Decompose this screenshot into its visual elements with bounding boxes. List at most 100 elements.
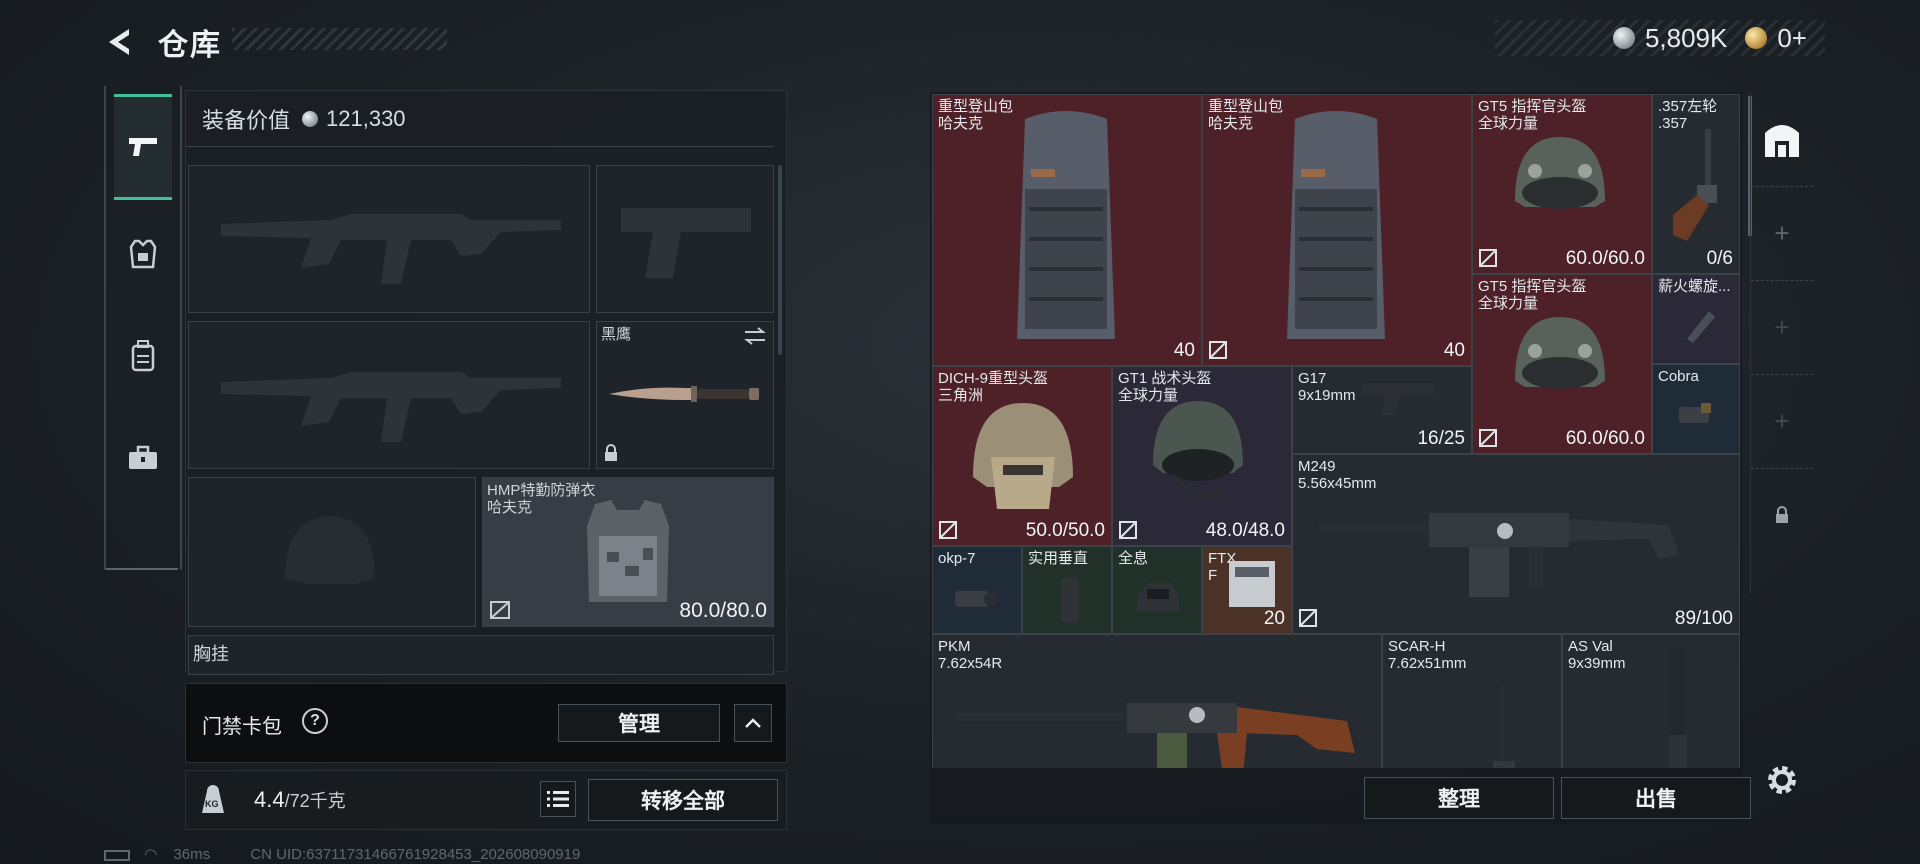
item-title: DICH-9重型头盔	[938, 370, 1049, 387]
item-title: AS Val	[1568, 638, 1613, 655]
tab-toolbox[interactable]	[114, 408, 172, 508]
lock-icon	[1776, 506, 1788, 523]
kg-label: KG	[205, 799, 219, 809]
sell-button[interactable]: 出售	[1561, 777, 1751, 819]
item-subtitle: 9x39mm	[1568, 655, 1626, 672]
sight-icon	[1679, 403, 1711, 423]
item-title: GT5 指挥官头盔	[1478, 98, 1587, 115]
gold-currency-value[interactable]: 0+	[1777, 23, 1807, 54]
rifle-silhouette-icon	[221, 372, 561, 442]
item-name: PKM 7.62x54R	[938, 638, 1002, 672]
primary-weapon-slot[interactable]	[188, 165, 590, 313]
secondary-weapon-slot[interactable]	[188, 321, 590, 469]
no-repair-icon	[939, 521, 957, 539]
item-name: 重型登山包 哈夫克	[938, 98, 1013, 132]
currency-bar: 5,809K 0+	[1495, 20, 1825, 56]
manage-button[interactable]: 管理	[558, 704, 720, 742]
backpack-icon	[1017, 111, 1115, 339]
item-subtitle: 全球力量	[1478, 115, 1539, 132]
sight-icon	[955, 591, 998, 607]
melee-name: 黑鹰	[601, 326, 632, 343]
stash-item[interactable]: GT5 指挥官头盔 全球力量 60.0/60.0	[1472, 274, 1652, 454]
equipment-value-row: 装备价值 121,330	[186, 91, 774, 147]
item-title: GT5 指挥官头盔	[1478, 278, 1587, 295]
tab-armor[interactable]	[114, 204, 172, 304]
back-button[interactable]	[100, 22, 140, 62]
warehouse-icon	[1765, 125, 1799, 157]
stash-page-locked[interactable]	[1751, 468, 1813, 562]
item-subtitle: 全球力量	[1478, 295, 1539, 312]
no-repair-icon	[490, 601, 510, 619]
stash-item[interactable]: DICH-9重型头盔 三角洲 50.0/50.0	[932, 366, 1112, 546]
no-repair-icon	[1119, 521, 1137, 539]
silver-currency-value: 5,809K	[1644, 22, 1728, 53]
grip-icon	[1061, 577, 1079, 623]
list-view-button[interactable]	[540, 781, 576, 817]
tab-backpack[interactable]	[114, 306, 172, 406]
stash-item[interactable]: 全息	[1112, 546, 1202, 634]
sort-button[interactable]: 整理	[1364, 777, 1554, 819]
holo-sight-icon	[1137, 583, 1179, 611]
backpack-icon	[1287, 111, 1385, 339]
stash-item[interactable]: 重型登山包 哈夫克 40	[932, 94, 1202, 366]
stash-item[interactable]: 实用垂直	[1022, 546, 1112, 634]
stash-item[interactable]: GT1 战术头盔 全球力量 48.0/48.0	[1112, 366, 1292, 546]
helmet-slot[interactable]	[188, 477, 476, 627]
stash-item[interactable]: 薪火螺旋...	[1652, 274, 1740, 364]
stash-item[interactable]: FTX F 20	[1202, 546, 1292, 634]
body-armor-slot[interactable]: HMP特勤防弹衣 哈夫克 80.0/80.0	[482, 477, 774, 627]
equipment-value: 121,330	[326, 105, 406, 131]
helmet-silhouette-icon	[285, 516, 375, 584]
item-subtitle: 7.62x54R	[938, 655, 1003, 672]
status-bar: ◠ 36ms CN UID:6371173146676192845​3_2026…	[104, 845, 580, 863]
stash-item[interactable]: PKM 7.62x54R	[932, 634, 1382, 768]
stash-page-add-2[interactable]: +	[1751, 280, 1813, 375]
item-name: GT5 指挥官头盔 全球力量	[1478, 278, 1586, 312]
silver-coin-icon	[302, 110, 319, 127]
stash-item[interactable]: G17 9x19mm 16/25	[1292, 366, 1472, 454]
tab-weapons[interactable]	[114, 94, 172, 200]
pistol-icon	[129, 138, 157, 156]
stash-item[interactable]: AS Val 9x39mm	[1562, 634, 1740, 768]
pistol-slot[interactable]	[596, 165, 774, 313]
stash-item[interactable]: 重型登山包 哈夫克 40	[1202, 94, 1472, 366]
gear-icon	[1768, 766, 1796, 794]
chevron-up-icon	[745, 718, 761, 728]
item-title: GT1 战术头盔	[1118, 370, 1212, 387]
gold-coin-icon	[1745, 27, 1768, 49]
rifle-vertical-icon	[1669, 647, 1687, 768]
collapse-button[interactable]	[734, 704, 772, 742]
no-repair-icon	[1299, 609, 1317, 627]
stash-item[interactable]: GT5 指挥官头盔 全球力量 60.0/60.0	[1472, 94, 1652, 274]
swap-icon[interactable]	[743, 326, 767, 346]
weight-max-value: /72千克	[284, 791, 346, 811]
stash-item[interactable]: Cobra	[1652, 364, 1740, 454]
chest-rig-slot[interactable]: 胸挂	[188, 635, 774, 675]
stash-item[interactable]: .357左轮 .357 0/6	[1652, 94, 1740, 274]
item-name: Cobra	[1658, 368, 1699, 385]
stash-page-add-1[interactable]: +	[1751, 186, 1813, 281]
stash-item[interactable]: okp-7	[932, 546, 1022, 634]
stash-item[interactable]: M249 5.56x45mm 89/100	[1292, 454, 1740, 634]
settings-button[interactable]	[1764, 762, 1800, 798]
equipment-scrollbar[interactable]	[778, 165, 782, 355]
pistol-icon	[1363, 383, 1435, 415]
weight-icon: KG	[198, 783, 228, 815]
stash-page-main[interactable]	[1751, 92, 1813, 187]
item-value: 89/100	[1674, 608, 1733, 629]
item-name: 实用垂直	[1028, 550, 1089, 567]
pistol-silhouette-icon	[621, 208, 751, 278]
help-icon[interactable]: ?	[302, 708, 328, 734]
battery-icon	[104, 849, 130, 861]
item-value: 50.0/50.0	[1025, 520, 1105, 541]
chest-rig-label: 胸挂	[193, 644, 229, 664]
stash-item[interactable]: SCAR-H 7.62x51mm	[1382, 634, 1562, 768]
transfer-all-button[interactable]: 转移全部	[588, 779, 778, 821]
item-name: AS Val 9x39mm	[1568, 638, 1626, 672]
weight-bar: KG 4.4/72千克 转移全部	[185, 770, 787, 830]
helmet-icon	[1515, 317, 1605, 389]
item-name: SCAR-H 7.62x51mm	[1388, 638, 1466, 672]
stash-page-add-3[interactable]: +	[1751, 374, 1813, 469]
melee-slot[interactable]: 黑鹰	[596, 321, 774, 469]
equipment-value-label: 装备价值	[202, 107, 291, 133]
